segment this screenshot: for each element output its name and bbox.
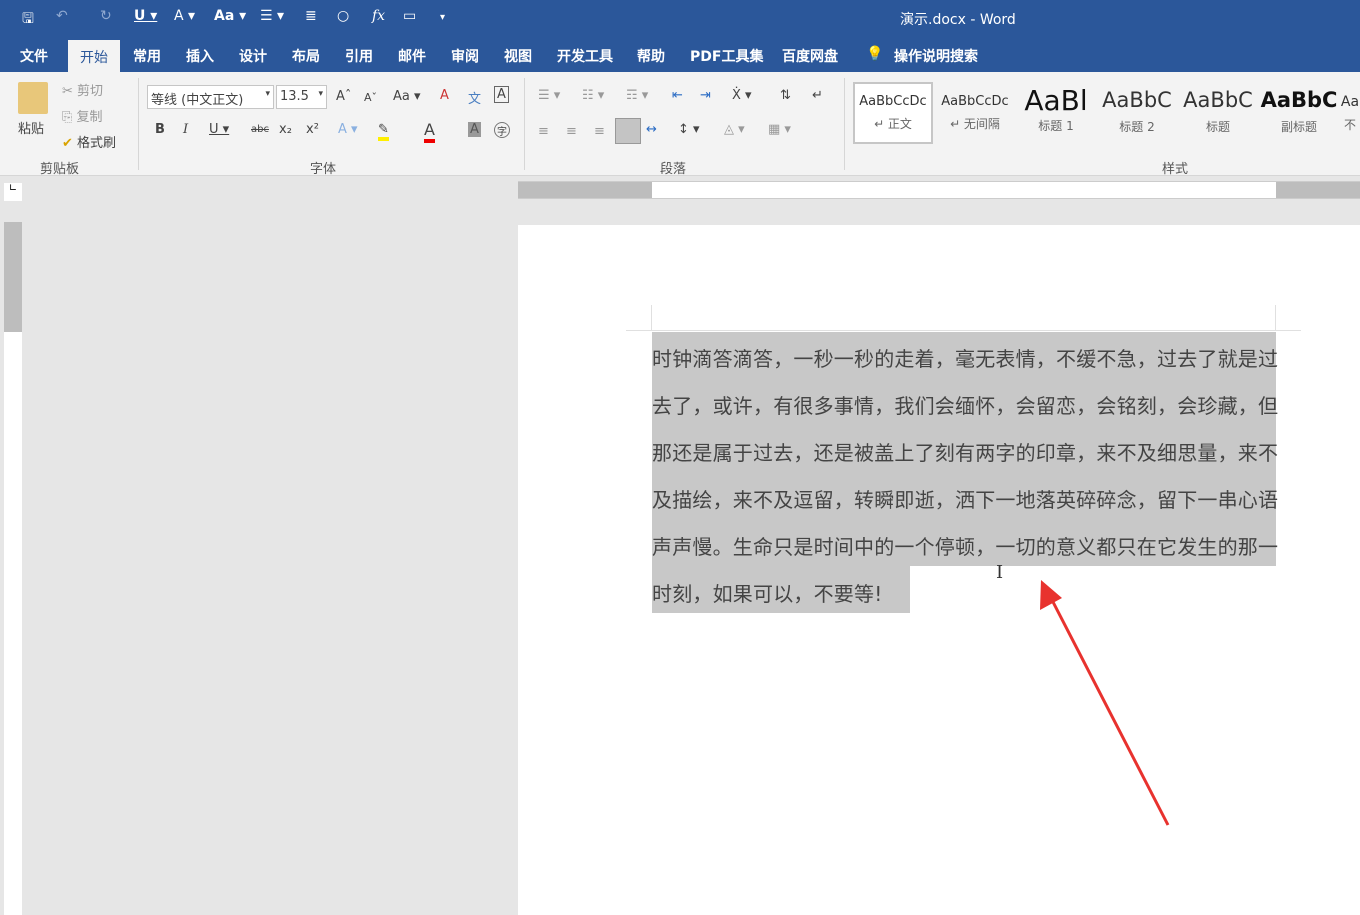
- arrow-head: [1040, 580, 1062, 610]
- red-arrow-annotation: [1040, 580, 1170, 826]
- arrow-shaft: [1050, 599, 1170, 826]
